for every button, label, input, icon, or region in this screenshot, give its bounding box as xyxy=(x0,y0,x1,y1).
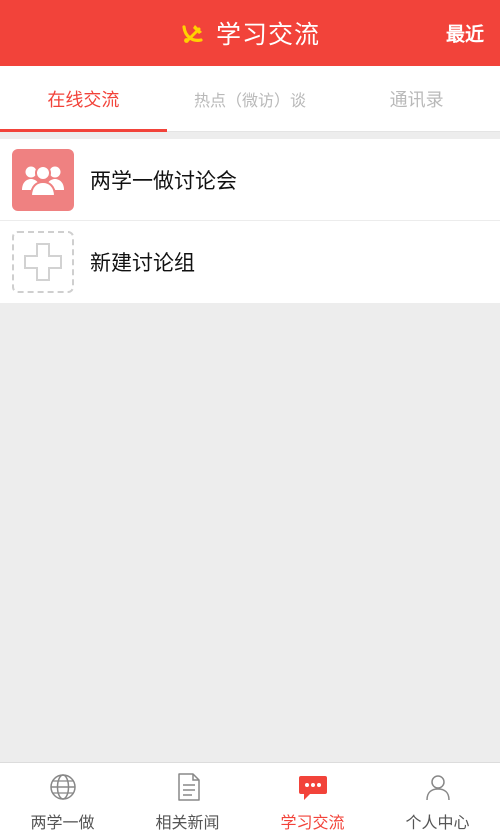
list-item-new-group[interactable]: 新建讨论组 xyxy=(0,221,500,303)
document-icon xyxy=(172,771,204,803)
nav-label: 个人中心 xyxy=(405,812,470,832)
hammer-sickle-icon xyxy=(182,25,203,43)
nav-label: 学习交流 xyxy=(280,812,345,832)
user-icon xyxy=(422,771,454,803)
nav-item-related-news[interactable]: 相关新闻 xyxy=(125,763,250,840)
header-title-wrap: 学习交流 xyxy=(180,15,320,51)
nav-item-study-exchange[interactable]: 学习交流 xyxy=(250,763,375,840)
tab-online-exchange[interactable]: 在线交流 xyxy=(0,66,167,132)
tab-hot-topics[interactable]: 热点（微访）谈 xyxy=(167,66,334,131)
nav-label: 相关新闻 xyxy=(155,812,220,832)
tab-label: 热点（微访）谈 xyxy=(194,90,307,110)
app-root: 学习交流 最近 在线交流 热点（微访）谈 通讯录 两学一做讨论会 新建讨论组 两… xyxy=(0,0,500,840)
discussion-list: 两学一做讨论会 新建讨论组 xyxy=(0,139,500,303)
list-item-discussion-meeting[interactable]: 两学一做讨论会 xyxy=(0,139,500,221)
nav-item-two-studies[interactable]: 两学一做 xyxy=(0,763,125,840)
group-avatar xyxy=(12,148,74,211)
recent-button[interactable]: 最近 xyxy=(446,20,484,47)
list-item-label: 新建讨论组 xyxy=(90,251,195,275)
tab-contacts[interactable]: 通讯录 xyxy=(333,66,500,131)
add-plus-icon xyxy=(24,243,62,281)
add-group-box xyxy=(12,231,74,293)
globe-icon xyxy=(47,771,79,803)
bottom-nav: 两学一做 相关新闻 学习交流 个人中心 xyxy=(0,762,500,840)
tab-label: 在线交流 xyxy=(47,89,120,111)
nav-label: 两学一做 xyxy=(30,812,95,832)
list-item-label: 两学一做讨论会 xyxy=(90,168,237,193)
chat-bubble-icon xyxy=(297,771,329,803)
tab-label: 通讯录 xyxy=(389,89,444,111)
tab-bar: 在线交流 热点（微访）谈 通讯录 xyxy=(0,66,500,132)
nav-item-personal-center[interactable]: 个人中心 xyxy=(375,763,500,840)
page-title: 学习交流 xyxy=(215,20,320,49)
top-header: 学习交流 最近 xyxy=(0,0,500,66)
group-users-icon xyxy=(22,164,64,197)
